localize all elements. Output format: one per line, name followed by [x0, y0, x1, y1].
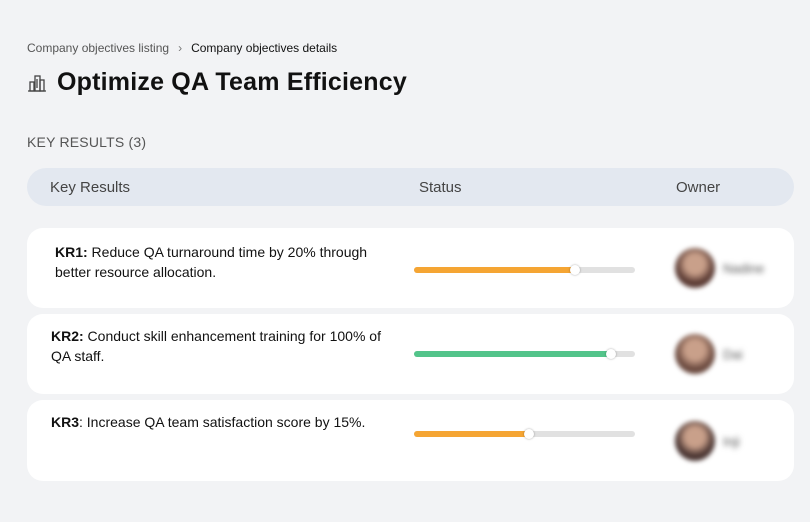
- progress-knob[interactable]: [605, 349, 616, 359]
- key-result-text: KR2: Conduct skill enhancement training …: [51, 326, 381, 366]
- progress-knob[interactable]: [523, 429, 534, 439]
- progress-fill: [414, 267, 576, 273]
- key-result-label: KR1:: [55, 244, 88, 260]
- owner-name: Inji: [723, 433, 740, 449]
- breadcrumb-link-listing[interactable]: Company objectives listing: [27, 41, 169, 55]
- column-header-owner: Owner: [676, 179, 721, 196]
- chevron-right-icon: ›: [178, 41, 183, 55]
- key-result-label: KR3: [51, 414, 80, 430]
- owner-name: Dai: [723, 346, 743, 362]
- title-row: Optimize QA Team Efficiency: [27, 68, 407, 97]
- key-result-description: Conduct skill enhancement training for 1…: [51, 328, 381, 364]
- page-title: Optimize QA Team Efficiency: [57, 68, 407, 96]
- building-icon: [27, 73, 47, 93]
- status-progress-bar: [414, 429, 635, 439]
- column-header-status: Status: [419, 179, 462, 196]
- avatar: [675, 334, 715, 374]
- table-row[interactable]: KR3: Increase QA team satisfaction score…: [27, 400, 794, 481]
- owner[interactable]: Inji: [675, 421, 740, 461]
- key-result-text: KR1: Reduce QA turnaround time by 20% th…: [55, 242, 385, 282]
- progress-fill: [414, 431, 529, 437]
- status-progress-bar: [414, 349, 635, 359]
- table-header: Key Results Status Owner: [27, 168, 794, 206]
- progress-knob[interactable]: [570, 265, 581, 275]
- table-row[interactable]: KR2: Conduct skill enhancement training …: [27, 314, 794, 394]
- column-header-key-results: Key Results: [50, 179, 131, 196]
- section-label: KEY RESULTS (3): [27, 134, 147, 150]
- key-result-description: : Increase QA team satisfaction score by…: [79, 414, 366, 430]
- key-result-text: KR3: Increase QA team satisfaction score…: [51, 412, 381, 432]
- progress-fill: [414, 351, 611, 357]
- breadcrumb: Company objectives listing › Company obj…: [27, 41, 337, 55]
- avatar: [675, 248, 715, 288]
- owner[interactable]: Dai: [675, 334, 743, 374]
- key-result-label: KR2:: [51, 328, 84, 344]
- owner[interactable]: Nadine: [675, 248, 764, 288]
- owner-name: Nadine: [723, 260, 765, 276]
- avatar: [675, 421, 715, 461]
- key-result-description: Reduce QA turnaround time by 20% through…: [55, 244, 368, 280]
- table-row[interactable]: KR1: Reduce QA turnaround time by 20% th…: [27, 228, 794, 308]
- status-progress-bar: [414, 265, 635, 275]
- breadcrumb-current: Company objectives details: [191, 41, 338, 55]
